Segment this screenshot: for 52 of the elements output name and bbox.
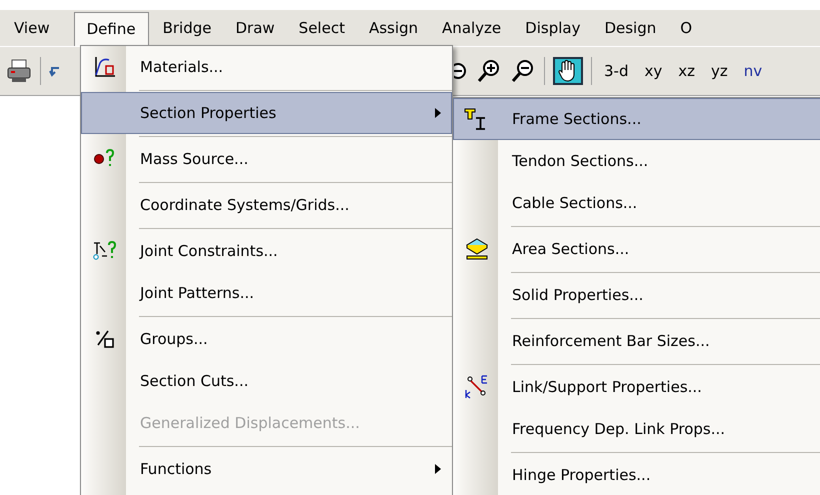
menu-item[interactable]: Frequency Dep. Link Props... bbox=[453, 408, 820, 450]
menu-item-label: Link/Support Properties... bbox=[512, 376, 702, 398]
view-button[interactable]: nv bbox=[740, 60, 766, 82]
menu-bar-item[interactable]: Design bbox=[592, 10, 668, 46]
menu-bar-item[interactable]: Select bbox=[286, 10, 357, 46]
menu-item[interactable]: Groups... bbox=[81, 318, 452, 360]
view-button[interactable]: 3-d bbox=[600, 60, 632, 82]
menu-item-label: Hinge Properties... bbox=[512, 464, 651, 486]
menu-bar-item[interactable]: Assign bbox=[356, 10, 430, 46]
menu-item-label: Reinforcement Bar Sizes... bbox=[512, 330, 710, 352]
menu-bar-item[interactable]: Display bbox=[513, 10, 592, 46]
menu-item[interactable]: Functions bbox=[81, 448, 452, 490]
menu-item-label: Area Sections... bbox=[512, 238, 630, 260]
menu-bar-item[interactable]: Analyze bbox=[430, 10, 514, 46]
menu-item-label: Groups... bbox=[140, 328, 208, 350]
menu-bar-item[interactable]: O bbox=[668, 10, 704, 46]
menu-item-label: Solid Properties... bbox=[512, 284, 644, 306]
menu-item-label: Coordinate Systems/Grids... bbox=[140, 194, 350, 216]
menu-item[interactable]: Joint Patterns... bbox=[81, 272, 452, 314]
menu-item-label: Frequency Dep. Link Props... bbox=[512, 418, 726, 440]
menu-item-label: Frame Sections... bbox=[512, 108, 642, 130]
menu-item[interactable]: Solid Properties... bbox=[453, 274, 820, 316]
menu-item[interactable]: Cable Sections... bbox=[453, 182, 820, 224]
view-button[interactable]: xy bbox=[640, 60, 666, 82]
view-button[interactable]: yz bbox=[707, 60, 732, 82]
menu-bar-item[interactable]: View bbox=[2, 10, 62, 46]
menu-item[interactable]: Coordinate Systems/Grids... bbox=[81, 184, 452, 226]
menu-item[interactable]: Hinge Properties... bbox=[453, 454, 820, 495]
menu-bar-item[interactable]: Bridge bbox=[150, 10, 224, 46]
menu-item[interactable]: Link/Support Properties... bbox=[453, 366, 820, 408]
view-button[interactable]: xz bbox=[674, 60, 700, 82]
menu-item-label: Mass Source... bbox=[140, 148, 248, 170]
menu-item-label: Tendon Sections... bbox=[512, 150, 648, 172]
menu-item-label: Section Cuts... bbox=[140, 370, 248, 392]
menu-item[interactable]: Frame Sections... bbox=[453, 98, 820, 140]
menu-item[interactable]: Joint Constraints... bbox=[81, 230, 452, 272]
menu-item[interactable]: Reinforcement Bar Sizes... bbox=[453, 320, 820, 362]
menu-item-label: Section Properties bbox=[140, 102, 276, 124]
menu-bar-item[interactable]: Define bbox=[74, 12, 149, 46]
menu-bar-item[interactable]: Draw bbox=[223, 10, 287, 46]
menu-item-label: Materials... bbox=[140, 56, 224, 78]
menu-item[interactable]: Mass Source... bbox=[81, 138, 452, 180]
menu-item-label: Functions bbox=[140, 458, 212, 480]
menu-item-label: Joint Constraints... bbox=[140, 240, 278, 262]
menu-item[interactable]: Tendon Sections... bbox=[453, 140, 820, 182]
menu-item[interactable]: Section Cuts... bbox=[81, 360, 452, 402]
menu-item-label: Generalized Displacements... bbox=[140, 412, 360, 434]
menu-item-label: Cable Sections... bbox=[512, 192, 638, 214]
menu-item[interactable]: Area Sections... bbox=[453, 228, 820, 270]
menu-item[interactable]: Section Properties bbox=[81, 92, 452, 134]
menu-item[interactable]: Materials... bbox=[81, 46, 452, 88]
menu-item-label: Joint Patterns... bbox=[140, 282, 254, 304]
